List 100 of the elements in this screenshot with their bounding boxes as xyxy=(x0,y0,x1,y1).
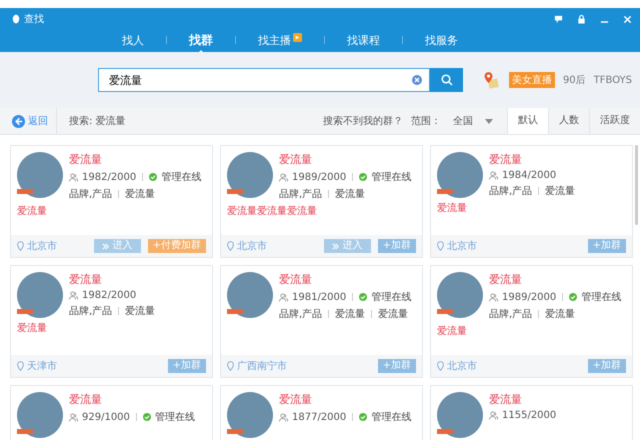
admin-status: 管理在线 xyxy=(371,170,412,184)
group-card[interactable]: 爱流量 1981/2000 管理在线 品牌,产品 爱流量 爱流量 广西南宁市 +加群 xyxy=(220,265,423,378)
group-name[interactable]: 爱流量 xyxy=(279,272,412,287)
online-check-icon xyxy=(359,173,368,181)
level-badge-icon xyxy=(17,309,33,314)
online-check-icon xyxy=(142,413,151,421)
sort-tab[interactable]: 人数 xyxy=(548,108,589,134)
group-name[interactable]: 爱流量 xyxy=(489,272,622,287)
sort-tab[interactable]: 活跃度 xyxy=(589,108,640,134)
group-tag: 爱流量 xyxy=(545,184,576,198)
group-card[interactable]: 爱流量 1982/2000 管理在线 品牌,产品 爱流量 爱流量 北京市 进入 +付费加群 xyxy=(10,145,213,258)
location-text: 北京市 xyxy=(447,360,477,373)
group-card[interactable]: 爱流量 929/1000 管理在线 xyxy=(10,385,213,440)
back-arrow-icon xyxy=(12,114,25,128)
group-card[interactable]: 爱流量 1989/2000 管理在线 品牌,产品 爱流量 爱流量 北京市 +加群 xyxy=(430,265,633,378)
help-link[interactable]: 搜索不到我的群？ xyxy=(323,114,403,128)
avatar-placeholder xyxy=(437,272,483,318)
close-icon[interactable] xyxy=(623,14,632,24)
group-tag: 品牌,产品 xyxy=(69,187,112,201)
group-tag: 品牌,产品 xyxy=(279,187,322,201)
group-name[interactable]: 爱流量 xyxy=(489,152,576,167)
online-check-icon xyxy=(359,413,368,421)
member-count: 1982/2000 xyxy=(82,172,136,182)
location-text: 北京市 xyxy=(447,240,477,253)
group-description: 爱流量 xyxy=(17,206,47,217)
group-tag: 爱流量 xyxy=(125,187,156,201)
group-card[interactable]: 爱流量 1155/2000 xyxy=(430,385,633,440)
nav-tab[interactable]: 找课程 xyxy=(343,26,384,54)
member-count: 1982/2000 xyxy=(82,290,136,301)
level-badge-icon xyxy=(437,189,453,194)
location-text: 北京市 xyxy=(27,240,57,253)
level-badge-icon xyxy=(227,429,243,434)
search-field[interactable]: 爱流量 xyxy=(98,68,430,92)
search-query: 搜索: 爱流量 xyxy=(69,114,126,128)
location-text: 天津市 xyxy=(27,360,57,373)
location-pin-icon xyxy=(227,361,234,371)
group-tag: 品牌,产品 xyxy=(489,184,532,198)
level-badge-icon xyxy=(17,189,33,194)
group-name[interactable]: 爱流量 xyxy=(69,152,202,167)
avatar-placeholder xyxy=(227,272,273,318)
clear-icon[interactable] xyxy=(412,75,422,85)
admin-status: 管理在线 xyxy=(161,170,202,184)
members-icon xyxy=(279,292,288,302)
location-text: 广西南宁市 xyxy=(237,360,287,373)
group-card[interactable]: 爱流量 1982/2000 品牌,产品 爱流量 爱流量 天津市 +加群 xyxy=(10,265,213,378)
nav-tab[interactable]: 找主播 xyxy=(254,26,306,54)
lock-icon[interactable] xyxy=(577,14,586,24)
hot-tag[interactable]: 美女直播 xyxy=(508,72,555,88)
group-card[interactable]: 爱流量 1984/2000 品牌,产品 爱流量 爱流量 北京市 +加群 xyxy=(430,145,633,258)
group-card[interactable]: 爱流量 1877/2000 管理在线 xyxy=(220,385,423,440)
group-name[interactable]: 爱流量 xyxy=(279,392,412,407)
location-pin-icon xyxy=(227,241,234,251)
level-badge-icon xyxy=(437,429,453,434)
search-icon xyxy=(440,74,453,86)
range-dropdown[interactable]: 全国 xyxy=(453,114,493,128)
group-tag: 爱流量 xyxy=(545,307,576,321)
avatar-placeholder xyxy=(17,152,63,198)
member-count: 1155/2000 xyxy=(502,410,556,421)
level-badge-icon xyxy=(437,309,453,314)
group-name[interactable]: 爱流量 xyxy=(69,392,195,407)
scrollbar[interactable] xyxy=(635,145,638,225)
search-button[interactable] xyxy=(430,68,464,92)
avatar-placeholder xyxy=(437,152,483,198)
group-name[interactable]: 爱流量 xyxy=(69,272,156,287)
feedback-icon[interactable] xyxy=(554,14,563,24)
admin-status: 管理在线 xyxy=(154,410,195,424)
group-name[interactable]: 爱流量 xyxy=(489,392,556,407)
hot-link[interactable]: 90后 xyxy=(562,73,586,87)
back-button[interactable]: 返回 xyxy=(0,114,56,128)
avatar-placeholder xyxy=(227,392,273,438)
double-chevron-icon xyxy=(102,242,109,250)
online-check-icon xyxy=(569,293,578,301)
group-name[interactable]: 爱流量 xyxy=(279,152,412,167)
group-tag: 爱流量 xyxy=(378,307,408,321)
admin-status: 管理在线 xyxy=(581,290,622,304)
member-count: 929/1000 xyxy=(82,412,130,422)
map-pin-icon[interactable] xyxy=(483,69,499,91)
group-card[interactable]: 爱流量 1989/2000 管理在线 品牌,产品 爱流量 爱流量爱流量爱流量 北京市 进入 +加群 xyxy=(220,145,423,258)
members-icon xyxy=(69,412,78,422)
member-count: 1989/2000 xyxy=(502,292,556,302)
group-description: 爱流量 xyxy=(17,323,47,334)
sort-tab[interactable]: 默认 xyxy=(507,108,548,134)
hot-link[interactable]: TFBOYS xyxy=(594,74,632,86)
avatar-placeholder xyxy=(17,392,63,438)
members-icon xyxy=(489,171,498,180)
avatar-placeholder xyxy=(437,392,483,438)
members-icon xyxy=(489,411,498,420)
members-icon xyxy=(279,172,288,182)
range-label: 范围： xyxy=(411,114,441,128)
members-icon xyxy=(69,291,78,300)
group-tag: 爱流量 xyxy=(335,187,366,201)
window-title: 查找 xyxy=(24,12,44,26)
group-tag: 品牌,产品 xyxy=(279,307,322,321)
member-count: 1981/2000 xyxy=(292,292,346,302)
level-badge-icon xyxy=(17,429,33,434)
dropdown-caret-icon xyxy=(485,118,493,124)
group-tag: 品牌,产品 xyxy=(69,304,112,318)
nav-tab[interactable]: 找服务 xyxy=(421,26,462,54)
avatar-placeholder xyxy=(17,272,63,318)
nav-tab[interactable]: 找人 xyxy=(118,26,148,54)
